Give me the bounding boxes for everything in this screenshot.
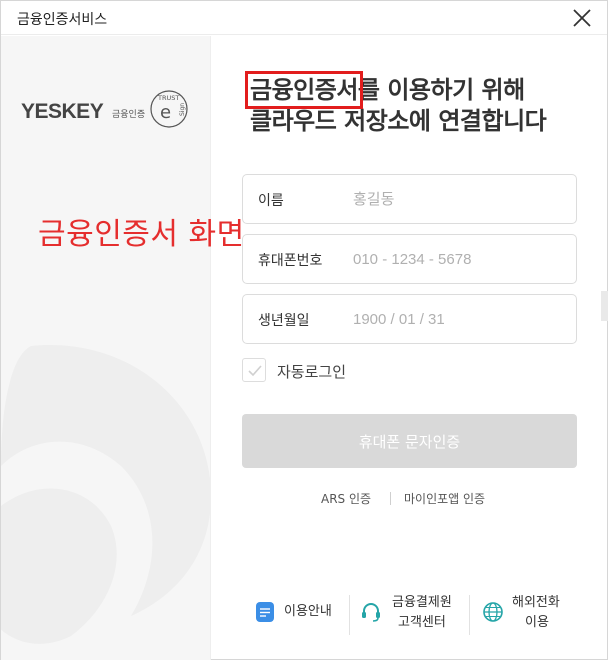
birth-field[interactable]: 생년월일 [242, 294, 577, 344]
name-field[interactable]: 이름 [242, 174, 577, 224]
overseas-call-link[interactable]: 해외전화 이용 [482, 591, 582, 637]
background-decoration [1, 345, 210, 644]
name-input[interactable] [353, 175, 568, 223]
badge-text-top: TRUST [157, 94, 179, 102]
footer-divider [349, 595, 350, 635]
phone-field[interactable]: 휴대폰번호 [242, 234, 577, 284]
birth-label: 생년월일 [258, 313, 310, 329]
myinfo-app-auth-link[interactable]: 마이인포앱 인증 [404, 490, 485, 507]
customer-center-link[interactable]: 금융결제원 고객센터 [360, 591, 470, 637]
yeskey-logo: YESKEY [21, 100, 104, 123]
center-label-line2: 고객센터 [398, 615, 446, 630]
auth-window: 금융인증서비스 YESKEY 금융인증 TRUST e Sign 금융인증서 화… [0, 0, 608, 660]
svg-text:e: e [160, 102, 171, 123]
alternative-auth-links: ARS 인증 마이인포앱 인증 [242, 489, 577, 509]
page-heading: 금융인증서를 이용하기 위해 클라우드 저장소에 연결합니다 [245, 71, 590, 137]
yeskey-logo-sub: 금융인증 [112, 110, 146, 120]
title-bar: 금융인증서비스 [1, 1, 607, 35]
center-label-line1: 금융결제원 [392, 595, 452, 610]
link-divider [390, 492, 391, 505]
background-window-edge [601, 291, 608, 321]
overseas-label-line1: 해외전화 [512, 595, 560, 610]
name-label: 이름 [258, 193, 284, 209]
heading-line2: 클라우드 저장소에 연결합니다 [250, 107, 547, 135]
guide-label: 이용안내 [284, 604, 332, 619]
headset-icon [362, 603, 380, 622]
check-icon [248, 365, 262, 377]
birth-input[interactable] [353, 295, 568, 343]
brand-panel: YESKEY 금융인증 TRUST e Sign [1, 36, 211, 660]
overseas-label-line2: 이용 [525, 615, 549, 630]
footer-links: 이용안내 금융결제원 고객센터 해외전화 이용 [242, 591, 582, 641]
window-title: 금융인증서비스 [17, 12, 108, 28]
auto-login-checkbox[interactable] [242, 358, 266, 382]
heading-line1: 를 이용하기 위해 [357, 76, 525, 104]
ars-auth-link[interactable]: ARS 인증 [321, 490, 371, 507]
phone-input[interactable] [353, 235, 568, 283]
trust-esign-badge: TRUST e Sign [150, 90, 188, 128]
sms-auth-button[interactable]: 휴대폰 문자인증 [242, 414, 577, 468]
globe-icon [483, 602, 503, 622]
document-icon [256, 602, 274, 622]
footer-divider [469, 595, 470, 635]
heading-highlight: 금융인증서 [245, 71, 363, 109]
phone-label: 휴대폰번호 [258, 253, 323, 269]
auto-login-label: 자동로그인 [277, 363, 347, 381]
badge-text-side: Sign [179, 103, 186, 116]
close-icon[interactable] [571, 7, 593, 29]
screen-annotation-label: 금융인증서 화면 [38, 217, 245, 252]
guide-link[interactable]: 이용안내 [254, 591, 354, 637]
